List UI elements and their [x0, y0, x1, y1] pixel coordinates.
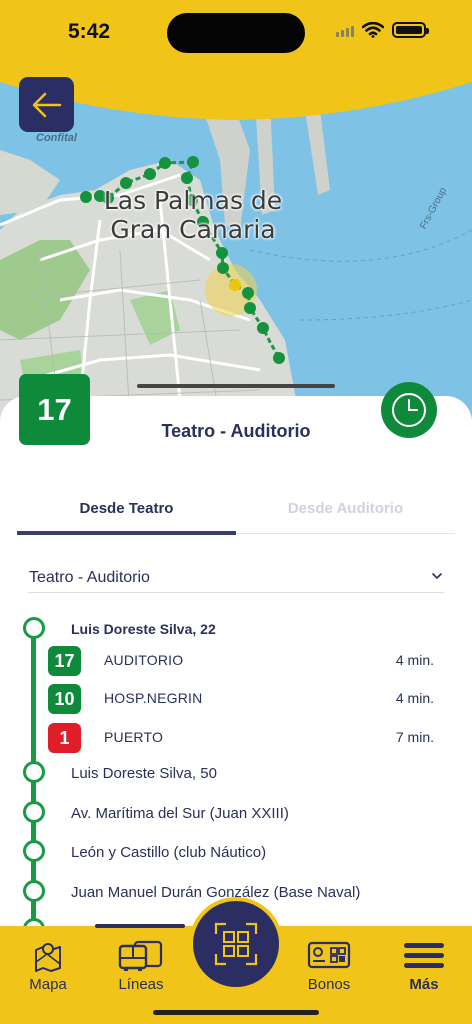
arrow-left-icon — [32, 92, 61, 117]
nav-mapa[interactable]: Mapa — [8, 926, 88, 1006]
nav-label: Mapa — [29, 976, 67, 993]
line-badge: 1 — [48, 723, 81, 753]
line-badge: 17 — [48, 646, 81, 676]
route-map[interactable]: Confital Las Palmas de Gran Canaria Frs-… — [0, 0, 472, 420]
arrival-destination: HOSP.NEGRIN — [104, 690, 203, 706]
map-city-label: Las Palmas de Gran Canaria — [103, 186, 283, 244]
status-time: 5:42 — [68, 20, 111, 43]
wifi-icon — [362, 22, 384, 38]
line-number-badge: 17 — [19, 374, 90, 445]
status-icons — [336, 22, 429, 38]
stop-name[interactable]: Av. Marítima del Sur (Juan XXIII) — [71, 805, 289, 822]
stop-marker[interactable] — [23, 880, 45, 902]
mini-indicator — [95, 924, 185, 928]
bus-icon — [118, 940, 163, 971]
direction-select-value: Teatro - Auditorio — [29, 569, 150, 586]
stop-name[interactable]: Luis Doreste Silva, 22 — [71, 621, 216, 637]
tab-divider — [236, 533, 455, 534]
arrival-time: 4 min. — [395, 690, 434, 706]
stop-marker[interactable] — [23, 801, 45, 823]
stop-marker[interactable] — [23, 761, 45, 783]
arrival-time: 4 min. — [395, 652, 434, 668]
nav-label: Bonos — [307, 976, 351, 993]
stop-name[interactable]: León y Castillo (club Náutico) — [71, 844, 266, 861]
home-indicator — [153, 1010, 319, 1015]
cellular-signal-icon — [336, 23, 354, 37]
clock-icon — [392, 393, 426, 427]
nav-bonos[interactable]: Bonos — [289, 926, 369, 1006]
arrival-destination: AUDITORIO — [104, 652, 184, 668]
back-button[interactable] — [19, 77, 74, 132]
battery-icon — [392, 22, 429, 38]
active-tab-indicator — [17, 531, 236, 535]
tab-desde-auditorio[interactable]: Desde Auditorio — [236, 496, 455, 536]
nav-lineas[interactable]: Líneas — [101, 926, 181, 1006]
qr-scan-icon — [214, 922, 258, 966]
stop-name[interactable]: Juan Manuel Durán González (Base Naval) — [71, 884, 360, 901]
route-title: Teatro - Auditorio — [161, 421, 311, 441]
nav-mas[interactable]: Más — [384, 926, 464, 1006]
status-bar: 5:42 — [0, 0, 472, 60]
qr-scan-button[interactable] — [189, 897, 283, 991]
nav-label: Líneas — [118, 976, 164, 993]
arrival-row[interactable]: 1 PUERTO 7 min. — [48, 723, 434, 753]
stop-name[interactable]: Luis Doreste Silva, 50 — [71, 765, 217, 782]
arrival-destination: PUERTO — [104, 729, 164, 745]
ticket-card-icon — [307, 941, 351, 969]
chevron-down-icon — [432, 573, 442, 580]
menu-icon — [404, 943, 444, 968]
line-badge: 10 — [48, 684, 81, 714]
stop-marker[interactable] — [23, 840, 45, 862]
sheet-drag-handle[interactable] — [137, 384, 335, 388]
direction-select[interactable]: Teatro - Auditorio — [28, 563, 444, 593]
dynamic-island — [167, 13, 305, 53]
stop-marker[interactable] — [23, 617, 45, 639]
schedule-button[interactable] — [381, 382, 437, 438]
map-icon — [35, 943, 61, 972]
arrival-time: 7 min. — [395, 729, 434, 745]
tab-desde-teatro[interactable]: Desde Teatro — [17, 496, 236, 536]
map-place-label: Confital — [36, 132, 77, 144]
direction-tabs: Desde Teatro Desde Auditorio — [17, 496, 455, 536]
nav-label: Más — [409, 976, 439, 993]
arrival-row[interactable]: 17 AUDITORIO 4 min. — [48, 646, 434, 676]
arrival-row[interactable]: 10 HOSP.NEGRIN 4 min. — [48, 684, 434, 714]
